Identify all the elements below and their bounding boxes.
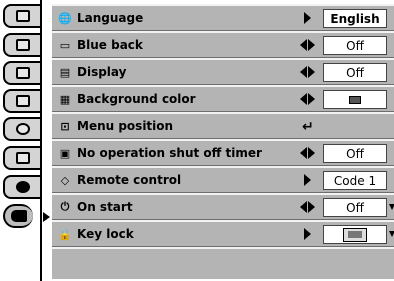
pc-adjust-icon bbox=[16, 39, 30, 51]
scroll-down-icon bbox=[389, 204, 394, 210]
menu-row-menu-position[interactable]: ⊡ Menu position ↵ bbox=[52, 112, 394, 139]
menu-label: On start bbox=[77, 200, 133, 214]
remote-control-icon: ◇ bbox=[60, 173, 70, 187]
background-color-icon: ▦ bbox=[59, 92, 71, 106]
empty-row bbox=[52, 247, 394, 279]
category-tabs bbox=[0, 0, 52, 281]
tab-color[interactable] bbox=[3, 175, 41, 199]
selected-tab-pointer-icon bbox=[43, 212, 50, 222]
tab-pc-adjust[interactable] bbox=[3, 33, 41, 57]
arrow-right-icon[interactable] bbox=[304, 174, 311, 186]
menu-label: Display bbox=[77, 65, 127, 79]
menu-row-display[interactable]: ▤ Display Off bbox=[52, 58, 394, 85]
value-box: Code 1 bbox=[323, 171, 387, 190]
enter-icon[interactable]: ↵ bbox=[302, 119, 314, 135]
menu-row-background-color[interactable]: ▦ Background color bbox=[52, 85, 394, 112]
value-box: Off bbox=[323, 144, 387, 163]
menu-label: Background color bbox=[77, 92, 196, 106]
keylock-projector-icon bbox=[343, 227, 367, 242]
image-adjust-icon bbox=[16, 95, 30, 107]
value-box bbox=[323, 225, 387, 244]
value-box: Off bbox=[323, 63, 387, 82]
menu-row-on-start[interactable]: ⏻ On start Off bbox=[52, 193, 394, 220]
menu-label: Remote control bbox=[77, 173, 182, 187]
tab-image-adjust[interactable] bbox=[3, 89, 41, 113]
menu-row-shut-off-timer[interactable]: ▣ No operation shut off timer Off bbox=[52, 139, 394, 166]
power-on-icon: ⏻ bbox=[60, 200, 70, 213]
screen-outline-icon: ▭ bbox=[59, 38, 71, 52]
arrows-left-right-icon[interactable] bbox=[300, 147, 316, 159]
display-icon: ▤ bbox=[59, 65, 71, 79]
color-swatch-icon bbox=[349, 95, 361, 104]
tab-input[interactable] bbox=[3, 4, 41, 28]
screen-icon bbox=[16, 123, 30, 135]
menu-row-blue-back[interactable]: ▭ Blue back Off bbox=[52, 31, 394, 58]
arrows-left-right-icon[interactable] bbox=[300, 93, 316, 105]
menu-label: Blue back bbox=[77, 38, 143, 52]
menu-label: Key lock bbox=[77, 227, 134, 241]
arrows-left-right-icon[interactable] bbox=[300, 66, 316, 78]
value-box: Off bbox=[323, 36, 387, 55]
sound-icon bbox=[16, 152, 30, 164]
menu-label: No operation shut off timer bbox=[77, 146, 262, 160]
globe-icon: 🌐 bbox=[58, 11, 72, 25]
tab-setting[interactable] bbox=[3, 204, 33, 228]
setting-menu-panel: 🌐 Language English ▭ Blue back Off ▤ Dis… bbox=[52, 4, 394, 279]
menu-row-language[interactable]: 🌐 Language English bbox=[52, 4, 394, 31]
setting-icon bbox=[11, 210, 27, 222]
arrow-right-icon[interactable] bbox=[304, 228, 311, 240]
value-box: English bbox=[323, 9, 387, 28]
timer-screen-icon: ▣ bbox=[59, 146, 71, 160]
value-box bbox=[323, 90, 387, 109]
menu-label: Language bbox=[77, 11, 144, 25]
arrow-right-icon[interactable] bbox=[304, 12, 311, 24]
tab-image-select[interactable] bbox=[3, 61, 41, 85]
menu-label: Menu position bbox=[77, 119, 174, 133]
arrows-left-right-icon[interactable] bbox=[300, 39, 316, 51]
tab-sound[interactable] bbox=[3, 146, 41, 170]
menu-position-icon: ⊡ bbox=[60, 119, 70, 133]
input-icon bbox=[16, 10, 30, 22]
lock-icon: 🔒 bbox=[58, 227, 72, 241]
color-icon bbox=[16, 181, 30, 193]
menu-row-remote-control[interactable]: ◇ Remote control Code 1 bbox=[52, 166, 394, 193]
image-select-icon bbox=[16, 67, 30, 79]
arrows-left-right-icon[interactable] bbox=[300, 201, 316, 213]
tab-screen[interactable] bbox=[3, 117, 41, 141]
tabs-divider bbox=[40, 0, 42, 281]
value-box: Off bbox=[323, 198, 387, 217]
scroll-down-icon bbox=[389, 231, 394, 237]
menu-row-key-lock[interactable]: 🔒 Key lock bbox=[52, 220, 394, 247]
